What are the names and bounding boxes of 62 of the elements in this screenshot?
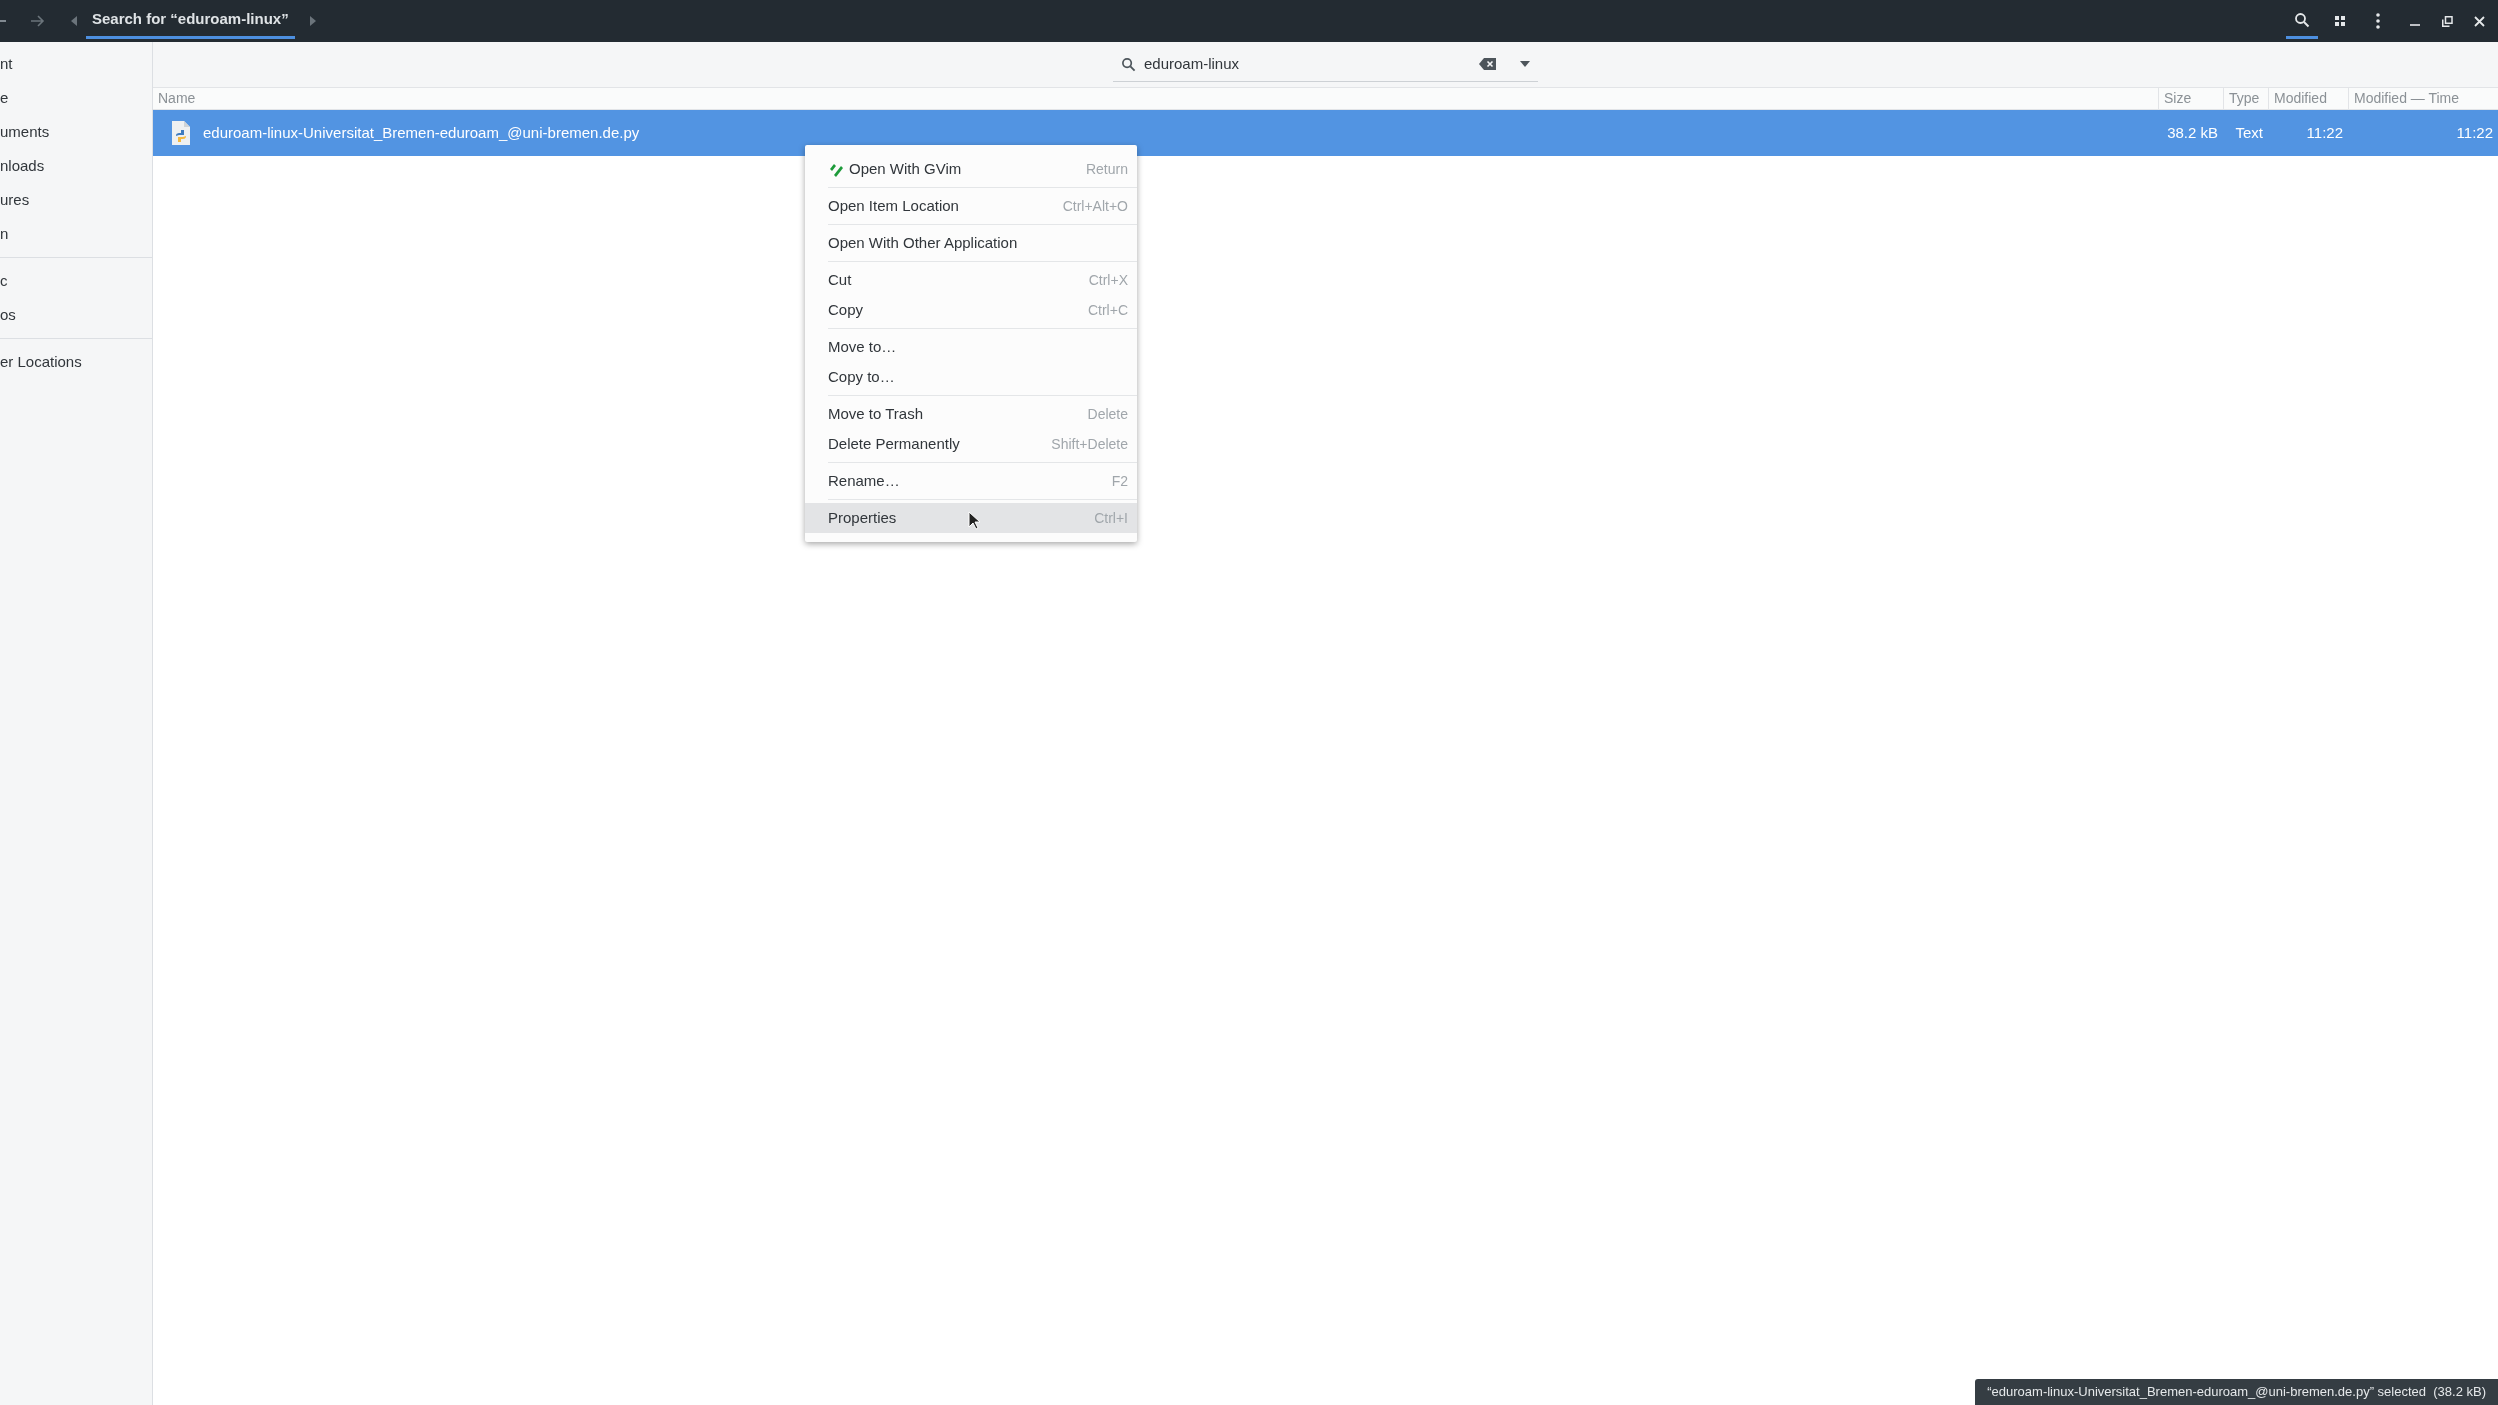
menu-label: Move to… [828,336,897,357]
caret-left-icon [71,16,77,26]
shortcut-label: Ctrl+X [1088,270,1128,290]
menu-label: Open With Other Application [828,232,1018,253]
menu-item[interactable]: Delete Permanently Shift+Delete [805,429,1137,459]
caret-right-icon [309,16,316,26]
menu-item[interactable]: Rename… F2 [805,466,1137,496]
menu-label: Open Item Location [828,195,959,216]
menu-item[interactable]: Copy to… [805,362,1137,392]
sidebar-item[interactable]: uments [0,115,152,149]
shortcut-label: Ctrl+C [1087,300,1128,320]
menu-item[interactable]: Properties Ctrl+I [805,503,1137,533]
menu-item[interactable]: Open Item Location Ctrl+Alt+O [805,191,1137,221]
forward-arrow-icon [29,13,45,29]
menu-item[interactable]: Open With Other Application [805,228,1137,258]
search-icon [2294,11,2310,28]
dropdown-caret-icon[interactable] [1520,61,1530,67]
menu-label: Move to Trash [828,403,924,424]
sidebar-item[interactable]: ures [0,183,152,217]
shortcut-label: Ctrl+Alt+O [1062,196,1128,216]
shortcut-label: F2 [1111,471,1128,491]
restore-icon [2441,15,2453,27]
sidebar-item[interactable]: nt [0,47,152,81]
kebab-menu-icon [2376,13,2380,29]
search-icon [1121,56,1136,72]
shortcut-label: Shift+Delete [1051,434,1128,454]
mouse-cursor-icon [968,511,980,530]
path-tab[interactable]: Search for “eduroam-linux” [86,3,295,39]
sidebar-item[interactable]: c [0,264,152,298]
menu-label: Cut [828,269,852,290]
clear-icon[interactable] [1479,58,1496,70]
sidebar-item[interactable]: nloads [0,149,152,183]
menu-item[interactable]: Copy Ctrl+C [805,295,1137,325]
sidebar-item[interactable]: n [0,217,152,251]
app-icon [828,161,843,177]
menu-item[interactable]: Move to… [805,332,1137,362]
table-cell-text: Text [2235,122,2263,143]
menu-label: Properties [828,507,897,528]
menu-label: Rename… [828,470,900,491]
menu-label: Open With GVim [849,158,962,179]
table-cell-text: 11:22 [2306,122,2343,143]
menu-label: Delete Permanently [828,433,960,454]
grid-icon [2335,16,2345,26]
minimize-icon [2410,24,2420,26]
menu-item[interactable]: Open With GVim Return [828,154,1137,184]
close-icon [2473,15,2485,27]
table-cell-text: 38.2 kB [2167,122,2218,143]
sidebar-item[interactable]: e [0,81,152,115]
menu-item[interactable]: Move to Trash Delete [805,399,1137,429]
table-cell-text: 11:22 [2456,122,2493,143]
menu-label: Copy to… [828,366,895,387]
menu-label: Copy [828,299,864,320]
table-cell-text: eduroam-linux-Universitat_Bremen-eduroam_@uni-bremen.de.py [203,122,640,143]
sidebar-item[interactable]: er Locations [0,345,152,379]
python-file-icon [171,121,191,145]
shortcut-label: Ctrl+I [1094,508,1128,528]
menu-item[interactable]: Cut Ctrl+X [805,265,1137,295]
shortcut-label: Return [1085,159,1128,179]
search-field[interactable]: eduroam-linux [1144,52,1471,76]
sidebar-item[interactable]: os [0,298,152,332]
shortcut-label: Delete [1087,404,1128,424]
status-text: “eduroam-linux-Universitat_Bremen-eduroam_@uni-bremen.de.py” selected (38.2 kB) [1987,1383,2486,1402]
